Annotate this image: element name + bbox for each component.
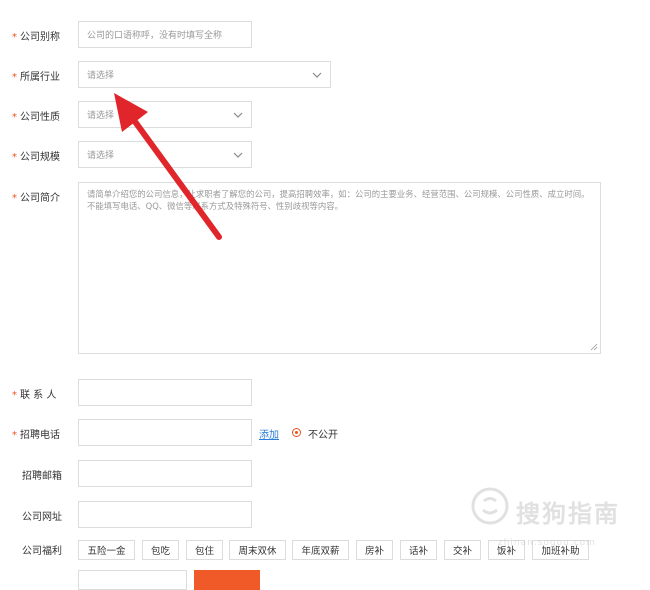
- annotation-arrow-icon: [114, 93, 222, 240]
